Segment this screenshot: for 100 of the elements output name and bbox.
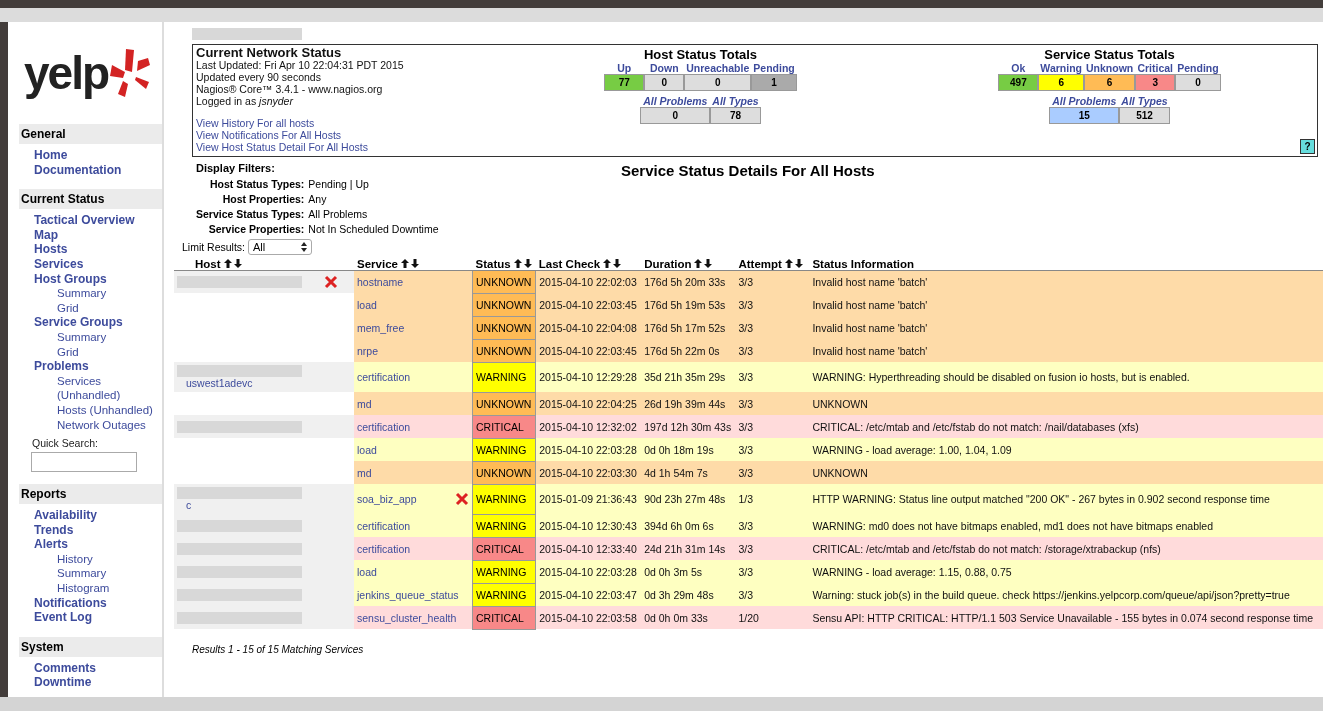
view-link[interactable]: View History For all hosts [196,117,496,129]
nav-sublink[interactable]: Summary [8,329,157,345]
service-link[interactable]: certification [357,519,411,532]
table-cell: 0d 3h 29m 48s [641,583,736,607]
status-total-link[interactable]: All Types [710,95,761,107]
table-cell: 176d 5h 17m 52s [641,316,736,340]
nav-link[interactable]: Services [8,256,164,272]
table-cell: 3/3 [735,415,810,439]
status-total-link[interactable]: Ok [998,62,1039,74]
status-cell: UNKNOWN [472,461,536,485]
service-link[interactable]: jenkins_queue_status [357,588,459,601]
quick-search-field[interactable] [31,452,137,473]
status-total-link[interactable]: Pending [1175,62,1221,74]
status-count: 1 [751,74,797,91]
view-link[interactable]: View Notifications For All Hosts [196,129,496,141]
sort-arrows-icon[interactable] [694,259,713,269]
status-total-link[interactable]: Unknown [1083,62,1136,74]
nav-link[interactable]: Notifications [8,595,164,611]
nav-link[interactable]: Service Groups [8,315,164,330]
host-link[interactable]: c [174,499,324,512]
nav-sublink[interactable]: Histogram [8,581,157,596]
sort-arrows-icon[interactable] [603,259,622,269]
nav-sublink[interactable]: Summary [8,286,157,301]
nav-link[interactable]: Map [8,227,164,243]
nav-sublink[interactable]: Grid [8,344,157,360]
table-cell: Invalid host name 'batch' [809,293,1323,317]
service-link[interactable]: md [357,466,372,479]
results-text: Results 1 - 15 of 15 Matching Services [192,643,365,655]
status-total-link[interactable]: Down [644,62,685,74]
status-total-link[interactable]: All Types [1119,95,1170,107]
service-link[interactable]: load [357,443,377,456]
table-cell: CRITICAL: /etc/mtab and /etc/fstab do not match: /nail/databases (xfs) [809,415,1323,439]
table-cell: 1/3 [735,484,810,515]
sort-arrows-icon[interactable] [400,259,419,269]
nav-link[interactable]: Tactical Overview [8,213,164,228]
service-link[interactable]: load [357,565,377,578]
table-cell: 176d 5h 20m 33s [641,270,736,294]
table-cell: Warning: stuck job(s) in the build queue. check https://jenkins.yelpcorp.com/queue/api/json?pretty=true [809,583,1323,607]
status-total-link[interactable]: Up [604,62,645,74]
nav-link[interactable]: Downtime [8,675,164,691]
service-link[interactable]: hostname [357,276,404,289]
status-total-link[interactable]: Warning [1038,62,1084,74]
table-cell: 2015-04-10 22:03:45 [535,293,642,317]
nav-sublink[interactable]: Network Outages [8,417,157,433]
sort-arrows-icon[interactable] [513,259,532,269]
table-cell: 2015-04-10 22:03:45 [535,339,642,363]
status-total-link[interactable]: All Problems [640,95,711,107]
view-link[interactable]: View Host Status Detail For All Hosts [196,141,496,153]
nav-sublink[interactable]: Grid [8,300,157,316]
nav-link[interactable]: Problems [8,359,164,374]
filter-label: Service Properties: [207,223,305,235]
nav-link[interactable]: Hosts [8,242,164,257]
service-link[interactable]: sensu_cluster_health [357,611,457,624]
status-count: 78 [710,107,761,124]
service-link[interactable]: nrpe [357,344,378,357]
table-cell: 2015-01-09 21:36:43 [535,484,642,515]
nav-sublink[interactable]: History [8,551,157,567]
status-total-link[interactable]: Critical [1135,62,1176,74]
table-cell: CRITICAL: /etc/mtab and /etc/fstab do not match: /storage/xtrabackup (nfs) [809,537,1323,561]
filter-label: Service Status Types: [196,208,305,220]
service-link[interactable]: md [357,397,372,410]
section-header: Current Status [19,189,162,210]
sort-arrows-icon[interactable] [784,259,803,269]
nav-sublink[interactable]: Summary [8,566,157,582]
nav-link[interactable]: Comments [8,660,164,676]
nav-link[interactable]: Alerts [8,537,164,552]
service-link[interactable]: certification [357,542,411,555]
nav-sublink[interactable]: Services (Unhandled) [8,373,157,403]
service-link[interactable]: certification [357,420,411,433]
help-button[interactable]: ? [1300,139,1315,154]
limit-label: Limit Results: [182,241,245,253]
sort-arrows-icon[interactable] [223,259,242,269]
table-cell: UNKNOWN [809,392,1323,416]
status-cell: UNKNOWN [472,293,536,317]
status-title: Current Network Status [196,47,343,59]
status-total-link[interactable]: Unreachable [684,62,752,74]
table-cell: 2015-04-10 22:03:28 [535,438,642,462]
burst-logo-icon [108,47,153,99]
service-link[interactable]: mem_free [357,321,405,334]
x-mark-icon [455,492,469,507]
select-arrows-icon [301,242,307,252]
nav-link[interactable]: Event Log [8,610,164,625]
table-cell: 3/3 [735,392,810,416]
nav-sublink[interactable]: Hosts (Unhandled) [8,402,157,418]
table-cell: 3/3 [735,293,810,317]
service-link[interactable]: load [357,298,377,311]
status-line: Updated every 90 seconds [196,71,322,83]
nav-link[interactable]: Host Groups [8,271,164,287]
column-header: Status Information [812,257,915,270]
status-total-link[interactable]: All Problems [1049,95,1120,107]
host-link[interactable]: uswest1adevc [174,377,324,390]
status-total-link[interactable]: Pending [751,62,797,74]
table-cell: 3/3 [735,316,810,340]
nav-link[interactable]: Availability [8,508,164,523]
service-link[interactable]: soa_biz_app [357,493,417,506]
nav-link[interactable]: Home [8,148,164,163]
nav-link[interactable]: Documentation [8,162,164,178]
service-link[interactable]: certification [357,371,411,384]
limit-select[interactable]: All [248,239,312,255]
nav-link[interactable]: Trends [8,522,164,538]
